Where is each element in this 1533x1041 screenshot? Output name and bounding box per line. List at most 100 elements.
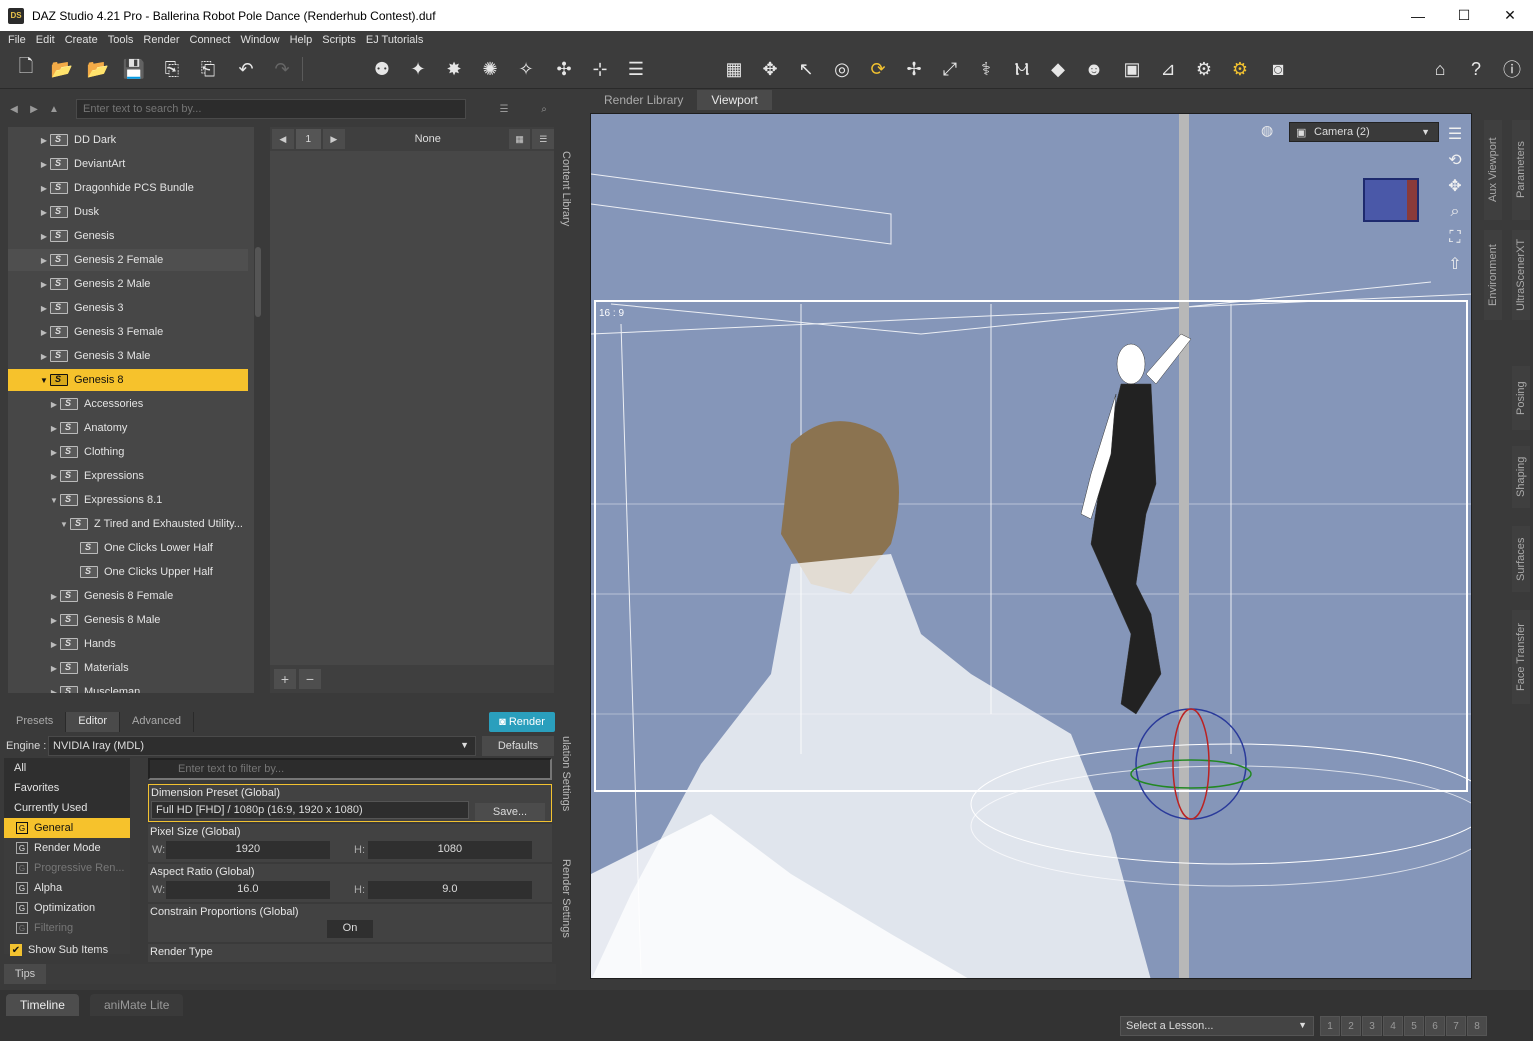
menu-file[interactable]: File (3, 34, 31, 46)
tree-item[interactable]: ▶ Dusk (8, 201, 248, 223)
menu-create[interactable]: Create (60, 34, 103, 46)
settings-group-item[interactable]: G Progressive Ren... (4, 858, 130, 878)
prev-page-button[interactable]: ◀ (272, 129, 294, 149)
search-icon[interactable]: ⌕ (534, 99, 554, 119)
lesson-step-button[interactable]: 7 (1446, 1016, 1466, 1036)
lesson-step-button[interactable]: 1 (1320, 1016, 1340, 1036)
universal-tool-icon[interactable]: ✥ (756, 55, 784, 83)
aspect-width-field[interactable]: 16.0 (165, 881, 330, 899)
tree-item[interactable]: ▶ Muscleman (8, 681, 248, 693)
rotation-gizmo[interactable] (1130, 708, 1252, 820)
render-settings-icon[interactable]: ⚙ (1190, 55, 1218, 83)
export-icon[interactable]: ⎗ (194, 55, 222, 83)
next-page-button[interactable]: ▶ (323, 129, 345, 149)
tab-presets[interactable]: Presets (4, 712, 67, 732)
expand-down-icon[interactable]: ▼ (58, 520, 70, 529)
tree-scrollbar[interactable] (254, 127, 262, 693)
settings-group-item[interactable]: G Optimization (4, 898, 130, 918)
tree-item[interactable]: ▶ Expressions (8, 465, 248, 487)
tree-item[interactable]: ▶ Materials (8, 657, 248, 679)
wireframe-scene[interactable] (591, 114, 1472, 979)
pixel-height-field[interactable]: 1080 (367, 841, 532, 859)
camera-select[interactable]: ▣ Camera (2) ▼ (1289, 122, 1439, 142)
constrain-toggle[interactable]: On (327, 920, 373, 938)
expand-right-icon[interactable]: ▶ (38, 184, 50, 193)
menu-ej-tutorials[interactable]: EJ Tutorials (361, 34, 428, 46)
redo-icon[interactable]: ↷ (268, 55, 296, 83)
tab-posing[interactable]: Posing (1512, 366, 1530, 430)
dimension-preset-select[interactable]: Full HD [FHD] / 1080p (16:9, 1920 x 1080… (151, 801, 469, 819)
new-file-icon[interactable]: 🗋 (12, 55, 40, 83)
expand-right-icon[interactable]: ▶ (48, 640, 60, 649)
expand-right-icon[interactable]: ▶ (38, 232, 50, 241)
add-icon[interactable]: + (274, 669, 296, 689)
tips-tab[interactable]: Tips (4, 964, 46, 984)
expand-right-icon[interactable]: ▶ (48, 688, 60, 694)
render-icon[interactable]: ◙ (1264, 55, 1292, 83)
lesson-step-button[interactable]: 2 (1341, 1016, 1361, 1036)
lesson-step-button[interactable]: 4 (1383, 1016, 1403, 1036)
defaults-button[interactable]: Defaults (482, 736, 554, 756)
render-button[interactable]: ◙ Render (489, 712, 555, 732)
geometry-editor-icon[interactable]: Ⲙ (1008, 55, 1036, 83)
expand-right-icon[interactable]: ▶ (48, 448, 60, 457)
daz-home-icon[interactable]: ⌂ (1426, 55, 1454, 83)
tree-item[interactable]: ▼ Expressions 8.1 (8, 489, 248, 511)
tree-item[interactable]: ▼ Z Tired and Exhausted Utility... (8, 513, 248, 535)
render-settings-side-tab[interactable]: Render Settings (558, 848, 574, 948)
tree-item[interactable]: ▶ Genesis (8, 225, 248, 247)
linear-light-icon[interactable]: ✧ (512, 55, 540, 83)
expand-down-icon[interactable]: ▼ (48, 496, 60, 505)
lesson-select[interactable]: Select a Lesson... ▼ (1120, 1016, 1314, 1036)
region-nav-icon[interactable]: ▦ (720, 55, 748, 83)
tree-scroll-thumb[interactable] (255, 247, 261, 317)
settings-group-item[interactable]: G Filtering (4, 918, 130, 938)
distant-light-icon[interactable]: ✸ (440, 55, 468, 83)
menu-help[interactable]: Help (285, 34, 318, 46)
orbit-icon[interactable]: ⟲ (1443, 148, 1467, 172)
expand-right-icon[interactable]: ▶ (38, 352, 50, 361)
tab-editor[interactable]: Editor (66, 712, 121, 732)
aspect-height-field[interactable]: 9.0 (367, 881, 532, 899)
settings-filter-input[interactable] (148, 758, 552, 780)
pan-icon[interactable]: ✥ (1443, 174, 1467, 198)
grid-filter-label[interactable]: None (415, 133, 441, 145)
expand-right-icon[interactable]: ▶ (48, 472, 60, 481)
joint-editor-icon[interactable]: ⚕ (972, 55, 1000, 83)
save-icon[interactable]: 💾 (120, 55, 148, 83)
lesson-step-button[interactable]: 6 (1425, 1016, 1445, 1036)
rotate-tool-icon[interactable]: ⟳ (864, 55, 892, 83)
expand-right-icon[interactable]: ▶ (48, 664, 60, 673)
up-arrow-icon[interactable]: ▲ (44, 99, 64, 119)
tree-item[interactable]: ▶ Genesis 3 Male (8, 345, 248, 367)
simulation-settings-side-tab[interactable]: ulation Settings (558, 724, 574, 824)
maximize-button[interactable]: ☐ (1441, 0, 1487, 31)
settings-group-item[interactable]: G Render Mode (4, 838, 130, 858)
3d-viewport[interactable]: 16 : 9 ◍ ▣ Camera (2) ▼ ☰ ⟲ ✥ ⌕ ⛶ ⇧ (590, 113, 1472, 979)
tree-item[interactable]: ▶ Genesis 2 Female (8, 249, 248, 271)
menu-window[interactable]: Window (235, 34, 284, 46)
expand-right-icon[interactable]: ▶ (48, 400, 60, 409)
expand-right-icon[interactable]: ▶ (48, 424, 60, 433)
open-file-icon[interactable]: 📂 (48, 55, 76, 83)
lesson-step-button[interactable]: 5 (1404, 1016, 1424, 1036)
geometry-sculptor-icon[interactable]: ◆ (1044, 55, 1072, 83)
surface-selection-icon[interactable]: ◎ (828, 55, 856, 83)
camera-light-icon[interactable]: ✣ (550, 55, 578, 83)
database-icon[interactable]: ☰ (494, 99, 514, 119)
menu-render[interactable]: Render (138, 34, 184, 46)
translate-tool-icon[interactable]: ✢ (900, 55, 928, 83)
settings-group-item[interactable]: G Alpha (4, 878, 130, 898)
settings-group-item[interactable]: G General (4, 818, 130, 838)
library-search-input[interactable] (76, 99, 466, 119)
figure-setup-icon[interactable]: ☻ (1080, 55, 1108, 83)
expand-right-icon[interactable]: ▶ (38, 208, 50, 217)
tab-timeline[interactable]: Timeline (6, 994, 79, 1016)
tree-item[interactable]: ▶ Genesis 2 Male (8, 273, 248, 295)
save-preset-button[interactable]: Save... (475, 803, 545, 821)
list-view-icon[interactable]: ☰ (532, 129, 555, 149)
render-camera-icon[interactable]: ▣ (1118, 55, 1146, 83)
view-cube[interactable] (1363, 178, 1419, 222)
menu-edit[interactable]: Edit (31, 34, 60, 46)
tab-ultrascenerxt[interactable]: UltraScenerXT (1512, 230, 1530, 320)
